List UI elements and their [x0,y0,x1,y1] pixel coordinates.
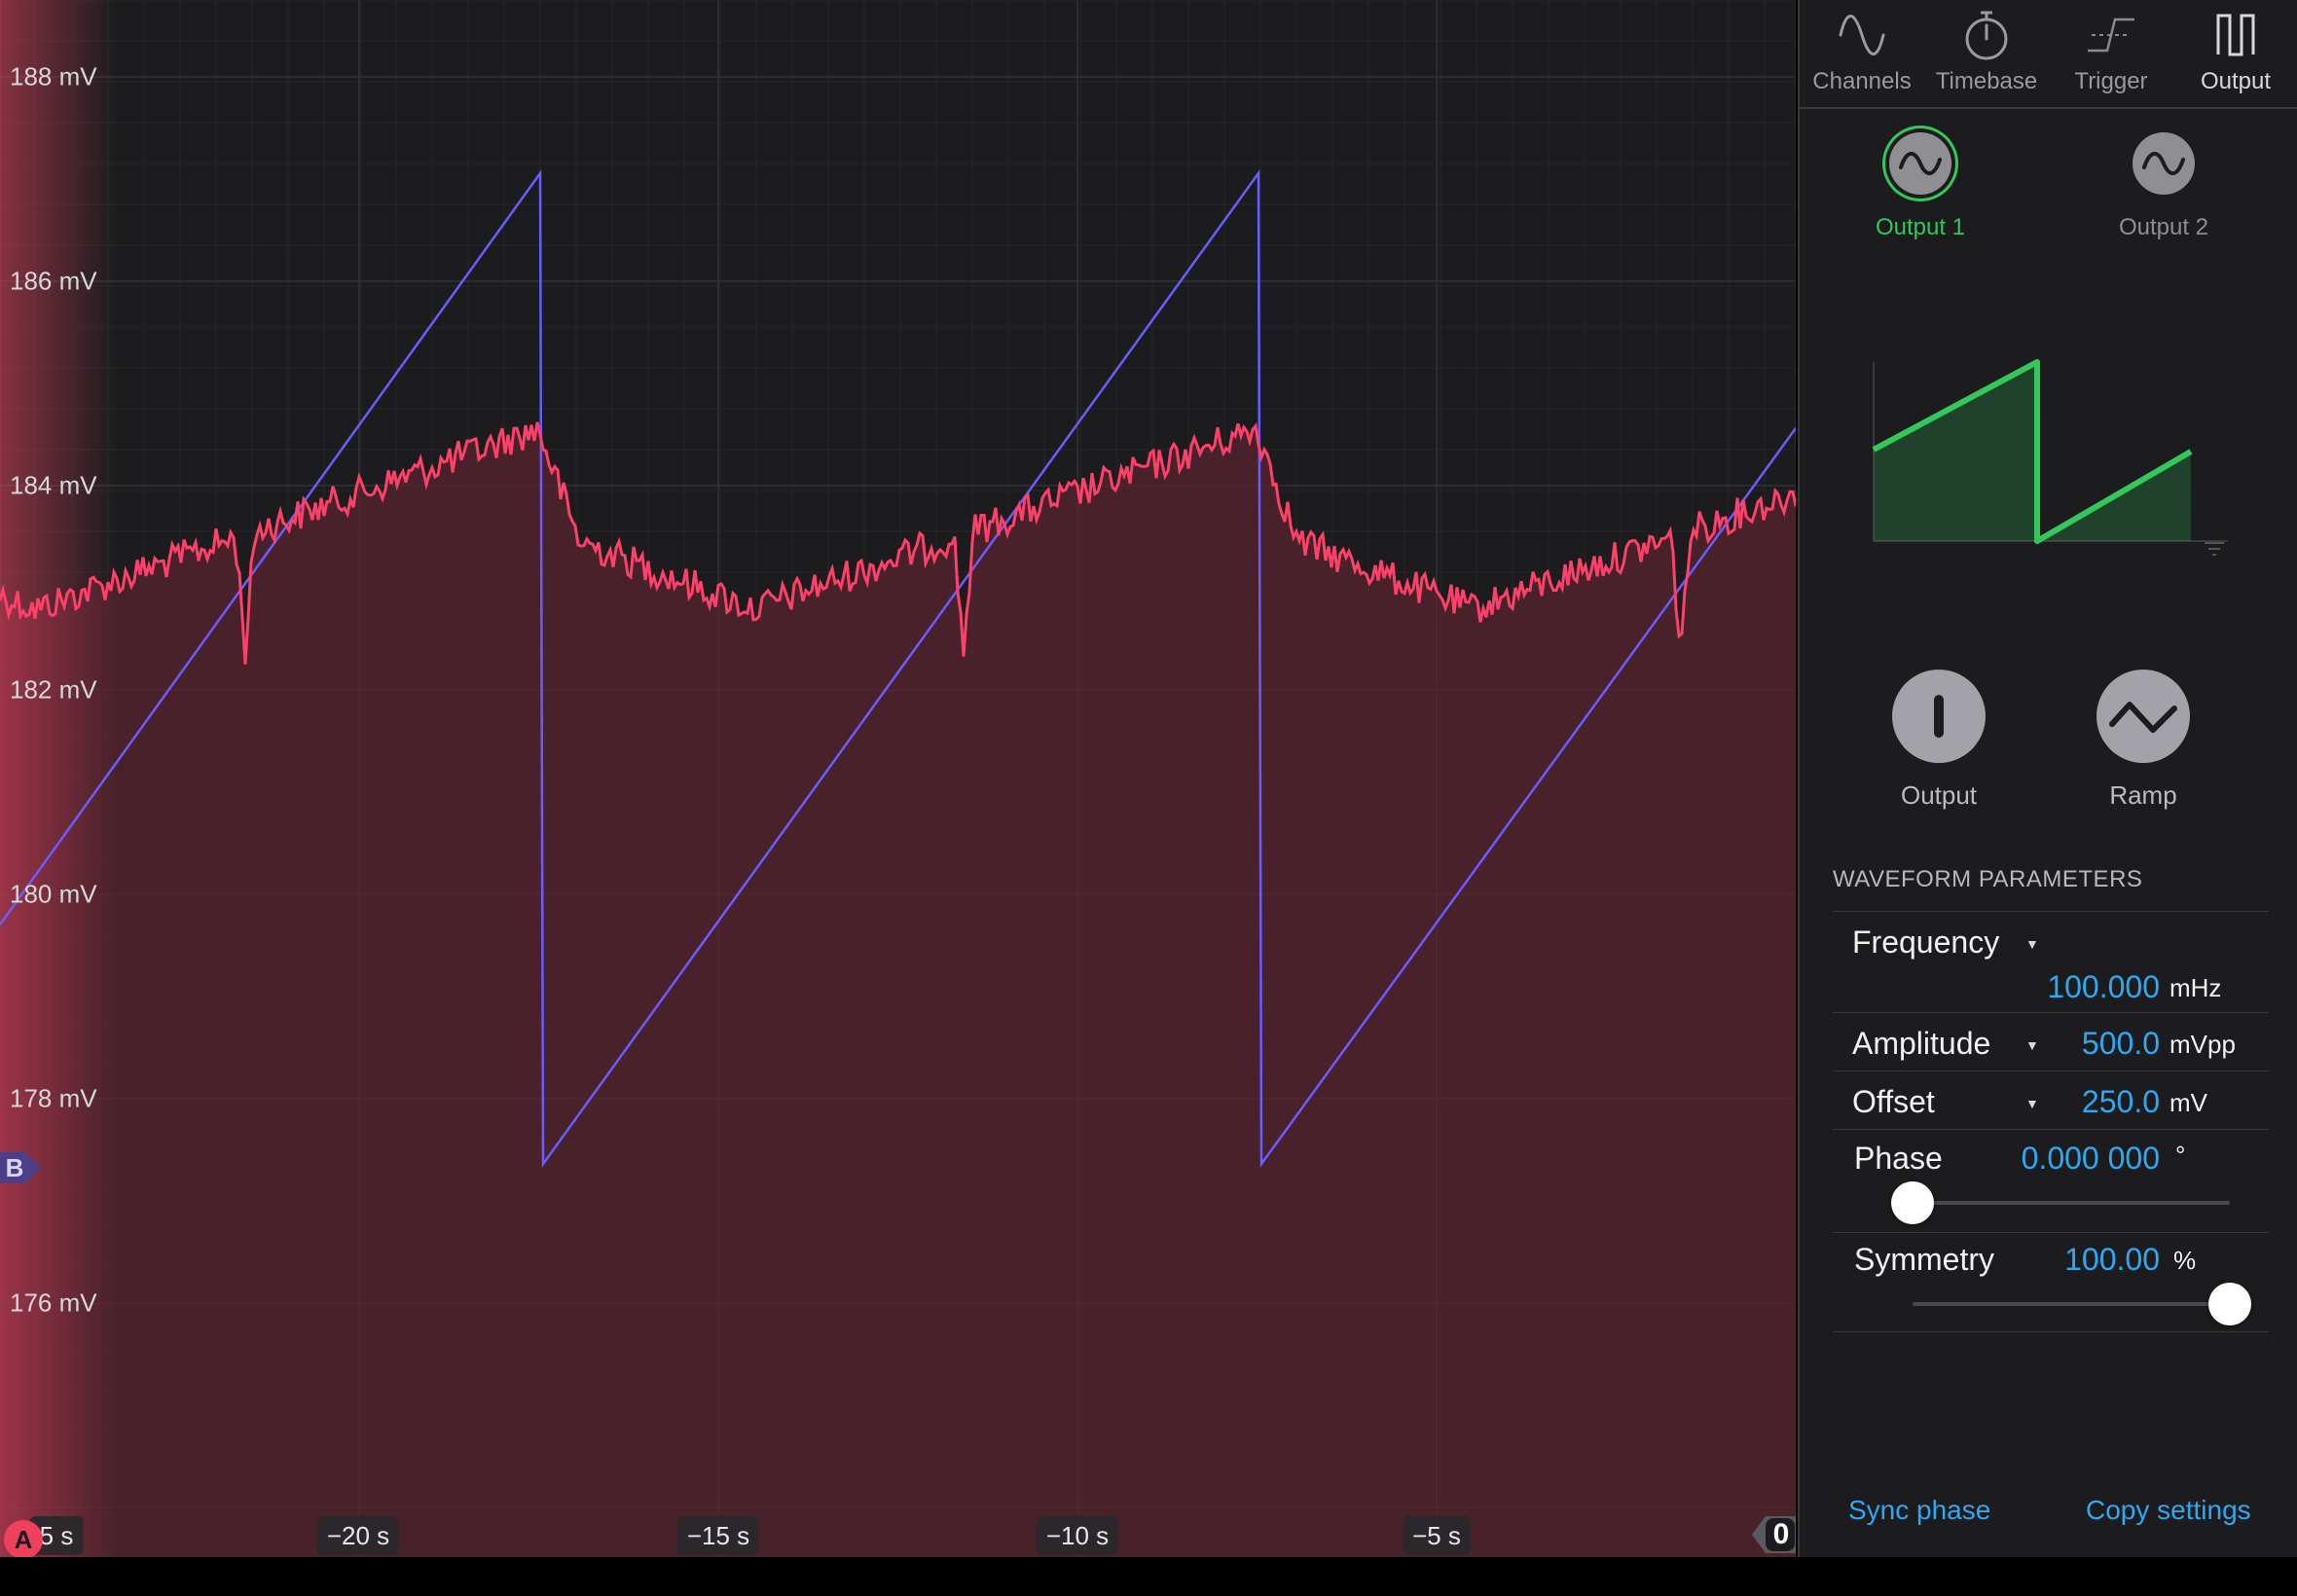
tab-trigger[interactable]: Trigger [2049,0,2173,107]
channel-b-offset-marker[interactable]: B [0,1148,43,1187]
tab-label: Trigger [2074,68,2148,94]
y-axis-label: 180 mV [10,879,97,909]
frequency-value[interactable]: 100.000 [1878,969,2160,1005]
symmetry-slider-thumb[interactable] [2208,1283,2251,1325]
y-axis-label: 184 mV [10,470,97,500]
copy-settings-button[interactable]: Copy settings [2086,1495,2251,1526]
waveform-plot [0,0,1796,1557]
tab-output[interactable]: Output [2173,0,2297,107]
divider [1833,1012,2269,1013]
waveform-preview [1872,359,2228,556]
left-edge-glow [0,0,117,1557]
x-axis-label: −5 s [1403,1516,1471,1555]
symmetry-slider-track[interactable] [1913,1302,2230,1306]
sync-phase-button[interactable]: Sync phase [1848,1495,1990,1526]
y-axis-label: 182 mV [10,674,97,705]
divider [1833,1232,2269,1233]
time-zero-label: 0 [1772,1518,1790,1550]
tab-bar: Channels Timebase Trigger Output [1800,0,2297,109]
trigger-edge-icon [2088,18,2134,53]
offset-unit: mV [2169,1088,2207,1117]
tab-label: Channels [1812,68,1912,94]
waveform-type-button[interactable]: Ramp [2070,670,2216,811]
symmetry-value[interactable]: 100.00 [1878,1242,2160,1278]
amplitude-unit: mVpp [2169,1030,2236,1059]
divider [1833,911,2269,912]
channel-a-marker[interactable]: A [4,1520,43,1557]
settings-panel: Channels Timebase Trigger Output Output … [1798,0,2297,1557]
output-toggle-label: Output [1900,780,1978,810]
y-axis-label: 188 mV [10,61,97,91]
pulse-output-icon [2216,14,2255,56]
frequency-unit: mHz [2169,973,2222,1002]
ramp-wave-icon [2109,702,2177,733]
stopwatch-icon [1965,11,2008,60]
frequency-mode-caret[interactable]: ▼ [2025,936,2039,952]
bottom-bar [0,1557,2297,1596]
waveform-type-circle [2096,670,2190,763]
divider [1833,1129,2269,1130]
sine-icon [2142,152,2185,175]
amplitude-value[interactable]: 500.0 [1878,1026,2160,1062]
output-1-circle [1889,132,1951,195]
sine-icon [1899,152,1942,175]
x-axis-label: −10 s [1036,1516,1119,1555]
time-zero-marker[interactable]: 0 [1752,1512,1796,1557]
phase-value[interactable]: 0.000 000 [1878,1141,2160,1177]
output-2-selector[interactable]: Output 2 [2066,132,2261,241]
power-icon [1934,695,1944,738]
offset-value[interactable]: 250.0 [1878,1084,2160,1120]
output-toggle-circle [1892,670,1986,763]
waveform-type-label: Ramp [2109,780,2177,810]
tab-label: Output [2200,68,2272,94]
divider [1833,1070,2269,1071]
oscilloscope-display[interactable]: 188 mV 186 mV 184 mV 182 mV 180 mV 178 m… [0,0,1796,1557]
phase-unit: ° [2175,1141,2186,1170]
x-axis-label: −20 s [316,1516,400,1555]
sine-wave-icon [1839,15,1885,55]
phase-slider-thumb[interactable] [1891,1181,1934,1224]
ground-icon [2205,542,2224,556]
output-toggle-button[interactable]: Output [1866,670,2012,811]
y-axis-label: 176 mV [10,1288,97,1318]
output-2-circle [2133,132,2195,195]
frequency-label: Frequency [1852,925,2000,960]
y-axis-label: 186 mV [10,266,97,296]
symmetry-unit: % [2173,1246,2197,1275]
output-2-label: Output 2 [2118,214,2209,240]
output-1-label: Output 1 [1875,214,1966,240]
phase-slider-track[interactable] [1913,1201,2230,1205]
output-1-selector[interactable]: Output 1 [1823,132,2018,241]
tab-timebase[interactable]: Timebase [1924,0,2049,107]
tab-label: Timebase [1935,68,2038,94]
x-axis-label: −15 s [676,1516,760,1555]
tab-channels[interactable]: Channels [1800,0,1924,107]
y-axis-label: 178 mV [10,1083,97,1113]
divider [1833,1331,2269,1332]
channel-b-marker-label: B [5,1153,24,1182]
section-title: WAVEFORM PARAMETERS [1833,866,2143,892]
